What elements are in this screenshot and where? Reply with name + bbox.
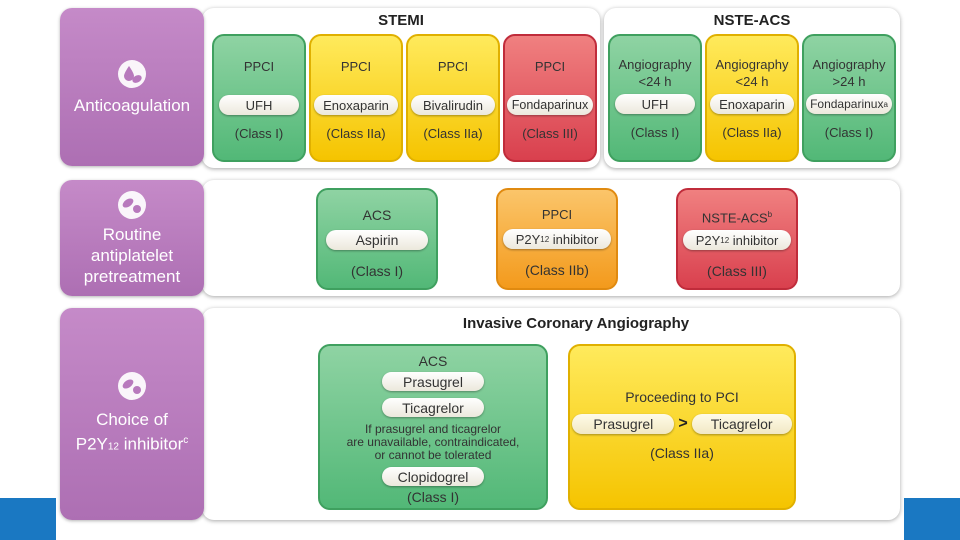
inhibitor-text: inhibitor (119, 434, 184, 454)
drug-pill: Bivalirudin (411, 95, 495, 115)
pills-icon (118, 190, 146, 219)
drug-pill-prasugrel: Prasugrel (572, 414, 675, 434)
setting-time-label: <24 h (735, 74, 769, 89)
ica-title: Invasive Coronary Angiography (462, 315, 690, 332)
class-label: (Class I) (234, 126, 284, 141)
drug-pill: UFH (615, 94, 695, 114)
setting-label: PPCI (340, 59, 372, 74)
drug-pill: P2Y 12 inhibitor (503, 229, 611, 249)
class-label: (Class III) (522, 126, 578, 141)
nste-ufh-box: Angiography <24 h UFH (Class I) (608, 34, 702, 162)
setting-label: PPCI (437, 59, 469, 74)
setting-label: PPCI (534, 59, 566, 74)
class-label: (Class IIa) (326, 126, 386, 141)
footer-bar-left (0, 498, 56, 540)
p2y-subscript: 12 (107, 441, 119, 453)
row-label-anticoagulation: Anticoagulation (60, 8, 204, 166)
pretreat-ppci-box: PPCI P2Y 12 inhibitor (Class IIb) (496, 188, 618, 290)
drug-p2y: P2Y (515, 231, 541, 247)
box-title: ACS (418, 353, 448, 369)
ica-pci-box: Proceeding to PCI Prasugrel > Ticagrelor… (568, 344, 796, 510)
box-title: ACS (362, 207, 392, 223)
note-line: or cannot be tolerated (374, 448, 492, 462)
footer-bar-right (904, 498, 960, 540)
setting-label: Angiography (812, 57, 886, 72)
drug-pill: Enoxaparin (314, 95, 398, 115)
box-title: NSTE-ACSb (702, 206, 772, 226)
drug-pill-clopidogrel: Clopidogrel (382, 467, 484, 486)
class-label: (Class I) (630, 125, 680, 140)
row-label-text: Anticoagulation (73, 95, 191, 115)
stemi-fondaparinux-box: PPCI Fondaparinux (Class III) (503, 34, 597, 162)
row-label-choice: Choice of P2Y12 inhibitorc (60, 308, 204, 520)
drug-pill: Fondaparinux (507, 95, 593, 115)
nste-enoxaparin-box: Angiography <24 h Enoxaparin (Class IIa) (705, 34, 799, 162)
pills-icon (118, 371, 146, 400)
row-label-line1: Routine (102, 224, 162, 244)
drug-pill-ticagrelor: Ticagrelor (691, 414, 792, 434)
drug-pill: UFH (219, 95, 299, 115)
row-label-line2: antiplatelet (90, 245, 174, 265)
class-label: (Class IIb) (525, 262, 589, 278)
drug-pill: P2Y 12 inhibitor (683, 230, 791, 251)
class-label: (Class I) (824, 125, 874, 140)
pretreat-acs-box: ACS Aspirin (Class I) (316, 188, 438, 290)
stemi-bivalirudin-box: PPCI Bivalirudin (Class IIa) (406, 34, 500, 162)
box-title-text: NSTE-ACS (701, 210, 768, 226)
class-label: (Class IIa) (722, 125, 782, 140)
setting-label: Angiography (618, 57, 692, 72)
class-label: (Class IIa) (423, 126, 483, 141)
p2y-text: P2Y (75, 434, 108, 454)
stemi-title: STEMI (378, 12, 424, 29)
row-label-line2: P2Y12 inhibitorc (76, 430, 189, 458)
drug-pill: Aspirin (326, 230, 428, 250)
drug-p2y: P2Y (695, 232, 721, 248)
drug-pill-ticagrelor: Ticagrelor (382, 398, 484, 417)
drug-pill: Enoxaparin (710, 94, 794, 114)
setting-label: Angiography (715, 57, 789, 72)
fallback-note: If prasugrel and ticagrelor are unavaila… (347, 423, 520, 462)
stemi-enoxaparin-box: PPCI Enoxaparin (Class IIa) (309, 34, 403, 162)
footnote-marker: a (883, 99, 888, 109)
nste-acs-title: NSTE-ACS (713, 12, 791, 29)
drop-pill-icon (118, 59, 146, 88)
class-label: (Class IIa) (650, 445, 714, 461)
comparison-row: Prasugrel > Ticagrelor (572, 414, 792, 434)
nste-fondaparinux-box: Angiography >24 h Fondaparinux a (Class I… (802, 34, 896, 162)
preference-symbol: > (678, 415, 688, 432)
drug-rest: inhibitor (549, 231, 599, 247)
box-title: Proceeding to PCI (625, 389, 739, 405)
drug-rest: inhibitor (729, 232, 779, 248)
footnote-marker: c (183, 434, 189, 446)
setting-time-label: >24 h (832, 74, 866, 89)
pretreat-nste-box: NSTE-ACSb P2Y 12 inhibitor (Class III) (676, 188, 798, 290)
class-label: (Class I) (350, 263, 404, 279)
ica-acs-box: ACS Prasugrel Ticagrelor If prasugrel an… (318, 344, 548, 510)
row-label-line1: Choice of (96, 409, 168, 429)
drug-name: Fondaparinux (810, 97, 884, 111)
class-label: (Class III) (707, 263, 767, 280)
drug-subscript: 12 (720, 235, 730, 245)
box-title: PPCI (541, 207, 573, 222)
drug-pill: Fondaparinux a (806, 94, 892, 114)
class-label: (Class I) (406, 489, 460, 505)
row-label-line3: pretreatment (83, 266, 181, 286)
setting-time-label: <24 h (638, 74, 672, 89)
row-label-pretreatment: Routine antiplatelet pretreatment (60, 180, 204, 296)
stemi-ufh-box: PPCI UFH (Class I) (212, 34, 306, 162)
setting-label: PPCI (243, 59, 275, 74)
drug-subscript: 12 (540, 234, 550, 244)
footnote-marker: b (767, 210, 773, 219)
drug-pill-prasugrel: Prasugrel (382, 372, 484, 391)
